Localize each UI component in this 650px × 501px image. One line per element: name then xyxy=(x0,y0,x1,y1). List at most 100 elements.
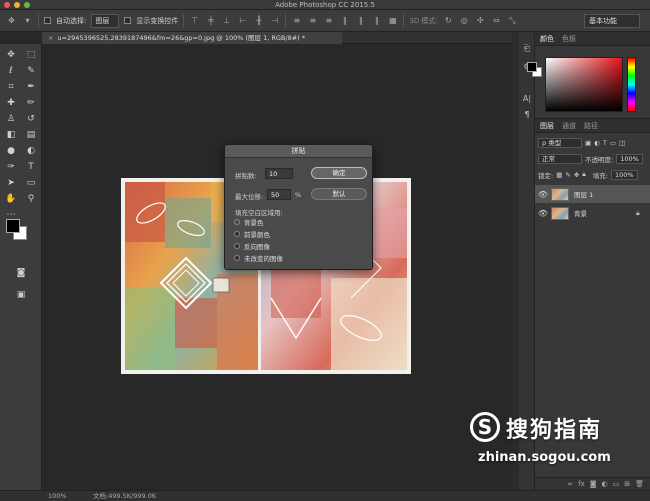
brush-tool-icon[interactable]: ✏ xyxy=(22,96,40,111)
tab-color[interactable]: 颜色 xyxy=(540,34,554,44)
rotate-3d-icon[interactable]: ↻ xyxy=(443,16,454,25)
offset-unit: % xyxy=(295,191,302,199)
lock-pixels-icon[interactable]: ✎ xyxy=(565,171,570,179)
history-brush-tool-icon[interactable]: ↺ xyxy=(22,112,40,127)
dodge-tool-icon[interactable]: ◐ xyxy=(22,144,40,159)
workspace-dropdown[interactable]: 基本功能 xyxy=(584,14,640,28)
eraser-tool-icon[interactable]: ◧ xyxy=(2,128,20,143)
fill-empty-label: 填充空白区域用: xyxy=(235,209,283,217)
shape-tool-icon[interactable]: ▭ xyxy=(22,176,40,191)
shape-filter-icon[interactable]: ▭ xyxy=(610,139,616,147)
move-tool-icon[interactable]: ✥ xyxy=(6,16,17,25)
layer-style-icon[interactable]: fx xyxy=(578,480,585,488)
stamp-tool-icon[interactable]: ♙ xyxy=(2,112,20,127)
align-left-icon[interactable]: ⊢ xyxy=(237,16,248,25)
crop-tool-icon[interactable]: ⌗ xyxy=(2,80,20,95)
link-layers-icon[interactable]: ∞ xyxy=(567,480,573,488)
pan-3d-icon[interactable]: ✣ xyxy=(475,16,486,25)
add-mask-icon[interactable]: ◙ xyxy=(590,480,597,488)
foreground-color-swatch[interactable] xyxy=(6,219,20,233)
gradient-tool-icon[interactable]: ▤ xyxy=(22,128,40,143)
roll-3d-icon[interactable]: ◎ xyxy=(459,16,470,25)
lasso-tool-icon[interactable]: ℓ xyxy=(2,64,20,79)
slide-3d-icon[interactable]: ⇔ xyxy=(491,16,502,25)
layer-filter-row: ρ 类型 ▣ ◐ T ▭ ◫ xyxy=(538,137,647,148)
scale-3d-icon[interactable]: ⤡ xyxy=(507,16,518,25)
align-top-icon[interactable]: ⊤ xyxy=(189,16,200,25)
tiles-label: 拼贴数: xyxy=(235,172,257,180)
eyedropper-tool-icon[interactable]: ✒ xyxy=(22,80,40,95)
hand-tool-icon[interactable]: ✋ xyxy=(2,192,20,207)
panel-foreground-swatch[interactable] xyxy=(527,62,537,72)
character-panel-icon[interactable]: A| xyxy=(521,94,533,104)
smart-object-filter-icon[interactable]: ◫ xyxy=(619,139,625,147)
title-bar: Adobe Photoshop CC 2015.5 xyxy=(0,0,650,10)
blend-mode-dropdown[interactable]: 正常 xyxy=(538,153,582,164)
lock-transparent-icon[interactable]: ▦ xyxy=(556,171,562,179)
tab-layers[interactable]: 图层 xyxy=(540,121,554,131)
distribute-top-icon[interactable]: ≡ xyxy=(291,16,302,25)
fill-inverse-radio[interactable]: 反向图像 xyxy=(234,241,270,251)
ok-button[interactable]: 确定 xyxy=(311,167,367,179)
type-tool-icon[interactable]: T xyxy=(22,160,40,175)
delete-layer-icon[interactable]: 🗑︎ xyxy=(635,480,644,488)
lock-position-icon[interactable]: ✥ xyxy=(574,171,579,179)
status-bar: 100% 文档:499.5K/999.0K xyxy=(0,490,650,501)
layer-kind-filter[interactable]: ρ 类型 xyxy=(538,137,582,148)
fill-background-radio[interactable]: 背景色 xyxy=(234,217,264,227)
zoom-tool-icon[interactable]: ⚲ xyxy=(22,192,40,207)
show-transform-checkbox[interactable] xyxy=(124,17,132,24)
layer-row[interactable]: 👁︎ 背景 🔒︎ xyxy=(535,204,650,222)
tab-channels[interactable]: 通道 xyxy=(562,121,576,131)
quick-select-tool-icon[interactable]: ✎ xyxy=(22,64,40,79)
history-panel-icon[interactable]: ⎗ xyxy=(521,44,533,54)
distribute-bottom-icon[interactable]: ≡ xyxy=(323,16,334,25)
distribute-center-icon[interactable]: ‖ xyxy=(355,16,366,25)
chevron-down-icon[interactable]: ▾ xyxy=(22,16,33,25)
auto-select-dropdown[interactable]: 图层 xyxy=(91,13,120,28)
align-center-icon[interactable]: ╫ xyxy=(253,16,264,25)
new-group-icon[interactable]: ▭ xyxy=(613,480,620,488)
marquee-tool-icon[interactable]: ⬚ xyxy=(22,48,40,63)
pen-tool-icon[interactable]: ✑ xyxy=(2,160,20,175)
close-icon[interactable]: × xyxy=(48,34,53,42)
tab-swatches[interactable]: 色板 xyxy=(562,34,576,44)
lock-all-icon[interactable]: 🔒︎ xyxy=(582,170,585,179)
adjustment-filter-icon[interactable]: ◐ xyxy=(594,139,600,147)
dialog-title: 拼贴 xyxy=(225,145,372,158)
path-select-tool-icon[interactable]: ➤ xyxy=(2,176,20,191)
fill-foreground-radio[interactable]: 前景颜色 xyxy=(234,229,270,239)
fill-unaltered-radio[interactable]: 未改变的图像 xyxy=(234,253,283,263)
align-middle-icon[interactable]: ╪ xyxy=(205,16,216,25)
visibility-eye-icon[interactable]: 👁︎ xyxy=(535,209,551,218)
align-bottom-icon[interactable]: ⊥ xyxy=(221,16,232,25)
color-spectrum[interactable] xyxy=(545,57,623,112)
blur-tool-icon[interactable]: ● xyxy=(2,144,20,159)
paragraph-panel-icon[interactable]: ¶ xyxy=(521,110,533,120)
zoom-level[interactable]: 100% xyxy=(48,491,67,501)
type-filter-icon[interactable]: T xyxy=(603,139,607,147)
auto-align-icon[interactable]: ▦ xyxy=(387,16,398,25)
default-button[interactable]: 默认 xyxy=(311,188,367,200)
tab-paths[interactable]: 路径 xyxy=(584,121,598,131)
distribute-right-icon[interactable]: ‖ xyxy=(371,16,382,25)
new-layer-icon[interactable]: ⊞ xyxy=(624,480,630,488)
healing-tool-icon[interactable]: ✚ xyxy=(2,96,20,111)
distribute-left-icon[interactable]: ‖ xyxy=(339,16,350,25)
distribute-middle-icon[interactable]: ≡ xyxy=(307,16,318,25)
layer-row[interactable]: 👁︎ 图层 1 xyxy=(535,185,650,203)
offset-input[interactable] xyxy=(267,189,291,200)
pixel-filter-icon[interactable]: ▣ xyxy=(585,139,591,147)
screen-mode-icon[interactable]: ▣ xyxy=(12,288,30,302)
tiles-input[interactable] xyxy=(265,168,293,179)
visibility-eye-icon[interactable]: 👁︎ xyxy=(535,190,551,199)
auto-select-checkbox[interactable] xyxy=(44,17,51,24)
fill-field[interactable]: 100% xyxy=(610,169,638,180)
opacity-field[interactable]: 100% xyxy=(616,153,643,164)
tab-document[interactable]: × u=2945396525,2839187496&fm=26&gp=0.jpg … xyxy=(42,32,342,44)
hue-slider[interactable] xyxy=(627,57,636,112)
align-right-icon[interactable]: ⊣ xyxy=(269,16,280,25)
adjustment-layer-icon[interactable]: ◐ xyxy=(602,480,608,488)
move-tool-icon[interactable]: ✥ xyxy=(2,48,20,63)
quick-mask-icon[interactable]: ◙ xyxy=(12,266,30,280)
